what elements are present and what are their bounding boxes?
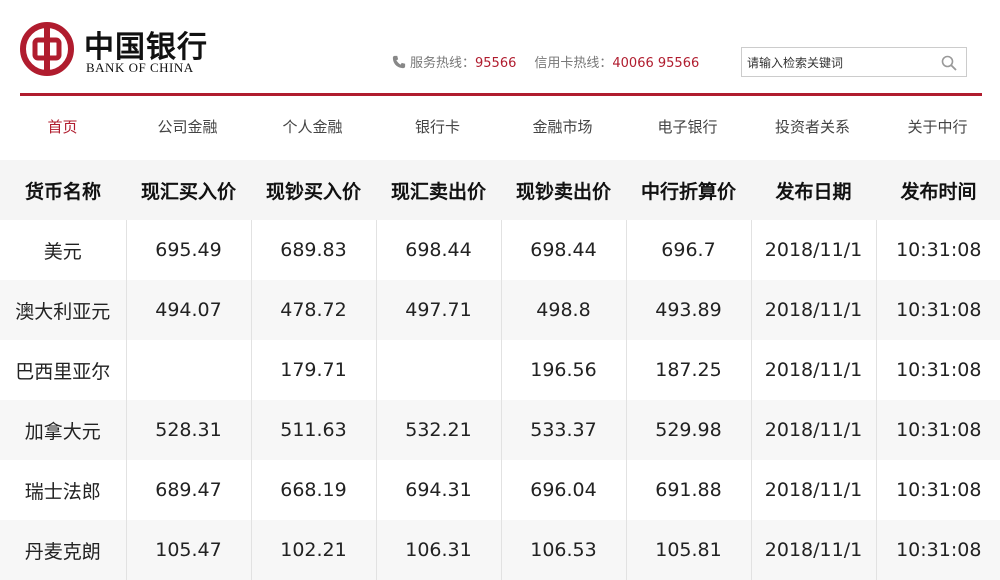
site-header: 中国银行 BANK OF CHINA 服务热线：95566 信用卡热线：40066… [0, 0, 1000, 96]
cell-date: 2018/11/1 [750, 400, 876, 460]
cell-spot-sell: 497.71 [375, 280, 501, 340]
search-icon[interactable] [940, 54, 958, 72]
cell-boc-rate: 493.89 [625, 280, 751, 340]
cell-spot-sell: 698.44 [375, 220, 501, 280]
nav-item-corporate-banking[interactable]: 公司金融 [125, 98, 250, 158]
header-cash-sell: 现钞卖出价 [501, 160, 626, 220]
cell-spot-sell: 694.31 [375, 460, 501, 520]
cell-spot-buy: 695.49 [125, 220, 251, 280]
cell-time: 10:31:08 [875, 520, 1000, 580]
card-hotline-number: 40066 95566 [612, 56, 700, 71]
cell-cash-buy: 689.83 [250, 220, 376, 280]
cell-cash-sell: 533.37 [500, 400, 626, 460]
cell-date: 2018/11/1 [750, 520, 876, 580]
cell-cash-sell: 696.04 [500, 460, 626, 520]
cell-cash-sell: 698.44 [500, 220, 626, 280]
cell-date: 2018/11/1 [750, 220, 876, 280]
service-hotline-number: 95566 [475, 56, 517, 71]
header-spot-buy: 现汇买入价 [126, 160, 251, 220]
cell-boc-rate: 696.7 [625, 220, 751, 280]
cell-cash-buy: 511.63 [250, 400, 376, 460]
cell-currency: 瑞士法郎 [0, 460, 126, 520]
header-cash-buy: 现钞买入价 [251, 160, 376, 220]
cell-cash-buy: 179.71 [250, 340, 376, 400]
hotlines: 服务热线：95566 信用卡热线：40066 95566 [392, 52, 699, 71]
cell-spot-sell: 106.31 [375, 520, 501, 580]
main-nav: 首页 公司金融 个人金融 银行卡 金融市场 电子银行 投资者关系 关于中行 [0, 98, 1000, 158]
header-spot-sell: 现汇卖出价 [376, 160, 501, 220]
nav-item-personal-banking[interactable]: 个人金融 [250, 98, 375, 158]
cell-spot-buy: 494.07 [125, 280, 251, 340]
cell-cash-sell: 196.56 [500, 340, 626, 400]
nav-item-bank-card[interactable]: 银行卡 [375, 98, 500, 158]
header-divider [20, 93, 982, 96]
cell-spot-buy: 689.47 [125, 460, 251, 520]
nav-item-e-banking[interactable]: 电子银行 [625, 98, 750, 158]
header-publish-time: 发布时间 [876, 160, 1000, 220]
table-row: 澳大利亚元 494.07 478.72 497.71 498.8 493.89 … [0, 280, 1000, 340]
table-row: 加拿大元 528.31 511.63 532.21 533.37 529.98 … [0, 400, 1000, 460]
cell-cash-buy: 478.72 [250, 280, 376, 340]
phone-icon [392, 55, 406, 69]
card-hotline-label: 信用卡热线： [534, 56, 613, 71]
cell-boc-rate: 187.25 [625, 340, 751, 400]
cell-time: 10:31:08 [875, 340, 1000, 400]
cell-currency: 美元 [0, 220, 126, 280]
cell-spot-buy [125, 340, 251, 400]
nav-item-about[interactable]: 关于中行 [875, 98, 1000, 158]
cell-cash-buy: 668.19 [250, 460, 376, 520]
cell-cash-sell: 106.53 [500, 520, 626, 580]
cell-currency: 加拿大元 [0, 400, 126, 460]
cell-time: 10:31:08 [875, 220, 1000, 280]
cell-date: 2018/11/1 [750, 280, 876, 340]
table-row: 瑞士法郎 689.47 668.19 694.31 696.04 691.88 … [0, 460, 1000, 520]
cell-spot-sell [375, 340, 501, 400]
table-row: 巴西里亚尔 179.71 196.56 187.25 2018/11/1 10:… [0, 340, 1000, 400]
cell-date: 2018/11/1 [750, 460, 876, 520]
cell-spot-buy: 105.47 [125, 520, 251, 580]
nav-item-investor-relations[interactable]: 投资者关系 [750, 98, 875, 158]
cell-time: 10:31:08 [875, 460, 1000, 520]
exchange-rate-table: 货币名称 现汇买入价 现钞买入价 现汇卖出价 现钞卖出价 中行折算价 发布日期 … [0, 160, 1000, 580]
header-currency-name: 货币名称 [0, 160, 126, 220]
cell-time: 10:31:08 [875, 400, 1000, 460]
table-row: 美元 695.49 689.83 698.44 698.44 696.7 201… [0, 220, 1000, 280]
cell-cash-buy: 102.21 [250, 520, 376, 580]
search-box [741, 47, 967, 77]
header-boc-rate: 中行折算价 [626, 160, 751, 220]
bank-of-china-logo-icon [20, 22, 74, 76]
nav-item-home[interactable]: 首页 [0, 98, 125, 158]
cell-boc-rate: 529.98 [625, 400, 751, 460]
cell-spot-sell: 532.21 [375, 400, 501, 460]
header-publish-date: 发布日期 [751, 160, 876, 220]
search-input[interactable] [747, 53, 932, 73]
table-row: 丹麦克朗 105.47 102.21 106.31 106.53 105.81 … [0, 520, 1000, 580]
cell-spot-buy: 528.31 [125, 400, 251, 460]
table-header-row: 货币名称 现汇买入价 现钞买入价 现汇卖出价 现钞卖出价 中行折算价 发布日期 … [0, 160, 1000, 220]
cell-boc-rate: 105.81 [625, 520, 751, 580]
cell-currency: 澳大利亚元 [0, 280, 126, 340]
service-hotline-label: 服务热线： [410, 56, 476, 71]
bank-logo[interactable]: 中国银行 BANK OF CHINA [20, 20, 240, 80]
cell-cash-sell: 498.8 [500, 280, 626, 340]
nav-item-financial-markets[interactable]: 金融市场 [500, 98, 625, 158]
cell-date: 2018/11/1 [750, 340, 876, 400]
bank-name-en: BANK OF CHINA [86, 60, 194, 75]
cell-time: 10:31:08 [875, 280, 1000, 340]
cell-currency: 丹麦克朗 [0, 520, 126, 580]
cell-currency: 巴西里亚尔 [0, 340, 126, 400]
cell-boc-rate: 691.88 [625, 460, 751, 520]
